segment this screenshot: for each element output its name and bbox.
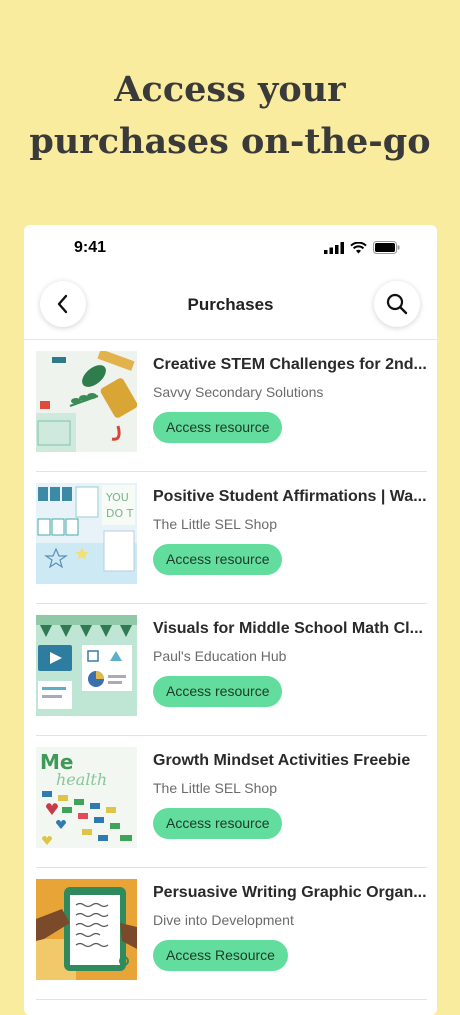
item-title[interactable]: Visuals for Middle School Math Cl... [153, 620, 427, 638]
phone-screen: 9:41 Purchases Creative STEM Challenges … [24, 225, 437, 1015]
search-icon [386, 293, 408, 315]
resource-thumbnail[interactable]: YOU DO T [36, 483, 137, 584]
item-title[interactable]: Positive Student Affirmations | Wa... [153, 488, 427, 506]
item-author[interactable]: The Little SEL Shop [153, 780, 277, 796]
nav-bar: Purchases [24, 279, 437, 340]
access-resource-button[interactable]: Access resource [153, 544, 283, 575]
item-author[interactable]: Savvy Secondary Solutions [153, 384, 323, 400]
item-title[interactable]: Persuasive Writing Graphic Organ... [153, 884, 427, 902]
access-resource-button[interactable]: Access resource [153, 808, 283, 839]
item-title[interactable]: Growth Mindset Activities Freebie [153, 752, 427, 770]
status-icons [324, 241, 400, 254]
headline-line-1: Access your [114, 69, 346, 110]
item-author[interactable]: Dive into Development [153, 912, 294, 928]
list-item[interactable]: Visuals for Middle School Math Cl... Pau… [36, 604, 427, 736]
status-bar: 9:41 [24, 225, 437, 269]
item-author[interactable]: Paul's Education Hub [153, 648, 286, 664]
resource-thumbnail[interactable] [36, 615, 137, 716]
access-resource-button[interactable]: Access Resource [153, 940, 288, 971]
list-item[interactable]: YOU DO T Positive Student Affirmations |… [36, 472, 427, 604]
wifi-icon [350, 241, 367, 253]
search-button[interactable] [374, 281, 420, 327]
battery-icon [373, 241, 400, 254]
headline-line-2: purchases on-the-go [29, 121, 431, 162]
list-item[interactable]: Creative STEM Challenges for 2nd... Savv… [36, 340, 427, 472]
item-author[interactable]: The Little SEL Shop [153, 516, 277, 532]
svg-text:YOU: YOU [105, 491, 129, 504]
svg-text:health: health [56, 770, 107, 789]
resource-thumbnail[interactable] [36, 351, 137, 452]
access-resource-button[interactable]: Access resource [153, 412, 283, 443]
item-title[interactable]: Creative STEM Challenges for 2nd... [153, 356, 427, 374]
signal-icon [324, 241, 344, 254]
list-item[interactable]: Me health Growth Mindset Activities Free… [36, 736, 427, 868]
svg-text:DO T: DO T [106, 507, 134, 520]
headline: Access your purchases on-the-go [0, 64, 460, 168]
resource-thumbnail[interactable]: Me health [36, 747, 137, 848]
access-resource-button[interactable]: Access resource [153, 676, 283, 707]
resource-thumbnail[interactable] [36, 879, 137, 980]
status-time: 9:41 [74, 239, 107, 256]
list-item[interactable]: Persuasive Writing Graphic Organ... Dive… [36, 868, 427, 1000]
